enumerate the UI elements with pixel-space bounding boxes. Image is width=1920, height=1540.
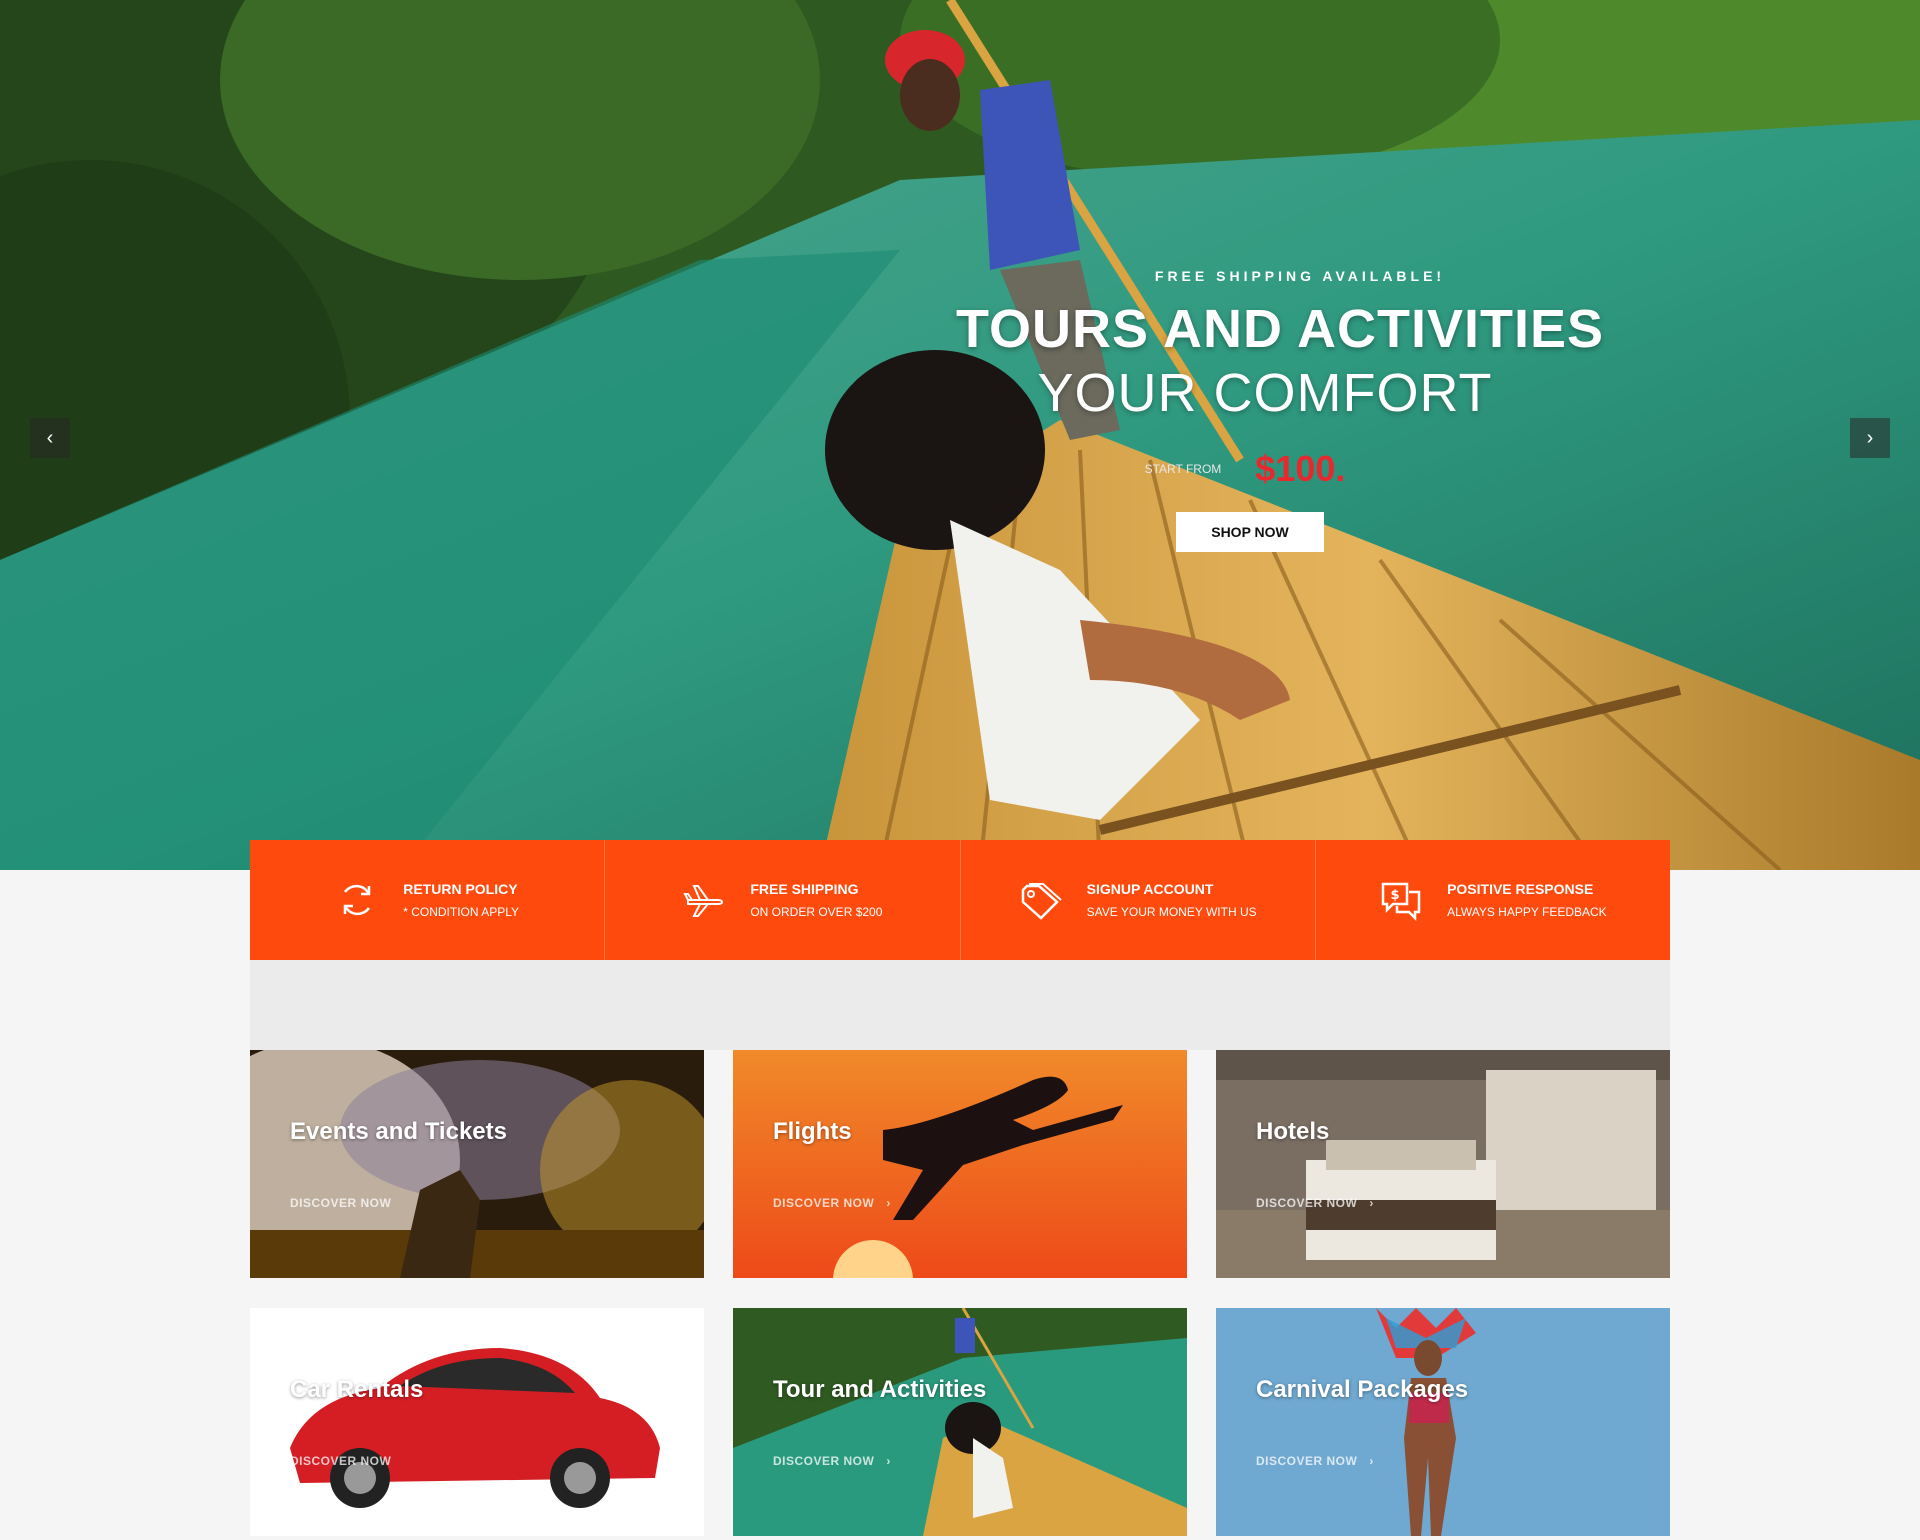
- discover-now-label: DISCOVER NOW: [290, 1196, 392, 1210]
- card-title: Hotels: [1256, 1118, 1330, 1145]
- hotels-image: [1216, 1050, 1670, 1278]
- chevron-right-icon: ›: [886, 1196, 891, 1210]
- feature-title: POSITIVE RESPONSE: [1447, 881, 1594, 897]
- flights-image: [733, 1050, 1187, 1278]
- features-bar: RETURN POLICY * CONDITION APPLY FREE SHI…: [250, 840, 1670, 960]
- card-title: Events and Tickets: [290, 1118, 507, 1145]
- airplane-icon: [683, 885, 724, 917]
- hero-slider: FREE SHIPPING AVAILABLE! TOURS AND ACTIV…: [0, 0, 1920, 870]
- discover-now-label: DISCOVER NOW: [1256, 1454, 1358, 1468]
- hero-title: TOURS AND ACTIVITIES: [955, 299, 1605, 359]
- chevron-right-icon: ›: [1369, 1454, 1374, 1468]
- events-image: [250, 1050, 704, 1278]
- chat-dollar-icon: $: [1381, 882, 1421, 922]
- card-title: Flights: [773, 1118, 852, 1145]
- chevron-left-icon: ‹: [46, 427, 54, 449]
- feature-title: RETURN POLICY: [403, 881, 518, 897]
- svg-text:$: $: [1391, 888, 1400, 903]
- discover-now-link[interactable]: DISCOVER NOW: [290, 1196, 391, 1210]
- feature-return-policy: RETURN POLICY * CONDITION APPLY: [250, 840, 606, 960]
- tours-image: [733, 1308, 1187, 1536]
- card-title: Tour and Activities: [773, 1376, 987, 1403]
- feature-subtitle: ALWAYS HAPPY FEEDBACK: [1447, 905, 1607, 919]
- card-title: Car Rentals: [290, 1376, 424, 1403]
- discover-now-label: DISCOVER NOW: [290, 1454, 392, 1468]
- hero-start-label: START FROM: [1144, 462, 1222, 476]
- content-background: [250, 960, 1670, 1050]
- category-card-hotels[interactable]: Hotels DISCOVER NOW ›: [1216, 1050, 1670, 1278]
- category-card-flights[interactable]: Flights DISCOVER NOW ›: [733, 1050, 1187, 1278]
- chevron-right-icon: ›: [1866, 427, 1874, 449]
- category-card-events[interactable]: Events and Tickets DISCOVER NOW: [250, 1050, 704, 1278]
- discover-now-link[interactable]: DISCOVER NOW ›: [1256, 1454, 1374, 1468]
- car-image: [250, 1308, 704, 1536]
- feature-signup-account: SIGNUP ACCOUNT SAVE YOUR MONEY WITH US: [961, 840, 1316, 960]
- discover-now-label: DISCOVER NOW: [1256, 1196, 1358, 1210]
- discover-now-label: DISCOVER NOW: [773, 1196, 875, 1210]
- shop-now-button[interactable]: SHOP NOW: [1176, 512, 1324, 552]
- price-tag-icon: [1021, 883, 1062, 920]
- chevron-right-icon: ›: [1369, 1196, 1374, 1210]
- category-card-car-rentals[interactable]: Car Rentals DISCOVER NOW: [250, 1308, 704, 1536]
- feature-subtitle: SAVE YOUR MONEY WITH US: [1086, 905, 1257, 919]
- hero-subtitle: YOUR COMFORT: [1037, 363, 1493, 423]
- feature-positive-response: $ POSITIVE RESPONSE ALWAYS HAPPY FEEDBAC…: [1316, 840, 1670, 960]
- feature-title: SIGNUP ACCOUNT: [1086, 881, 1214, 897]
- refresh-icon: [343, 884, 371, 916]
- hero-price: $100.: [1255, 448, 1346, 489]
- carnival-image: [1216, 1308, 1670, 1536]
- hero-price-row: START FROM $100.: [830, 448, 1660, 490]
- feature-free-shipping: FREE SHIPPING ON ORDER OVER $200: [605, 840, 961, 960]
- slider-next-button[interactable]: ›: [1850, 418, 1890, 458]
- category-card-carnival[interactable]: Carnival Packages DISCOVER NOW ›: [1216, 1308, 1670, 1536]
- discover-now-link[interactable]: DISCOVER NOW ›: [773, 1454, 891, 1468]
- hero-eyebrow: FREE SHIPPING AVAILABLE!: [1154, 268, 1446, 284]
- discover-now-link[interactable]: DISCOVER NOW ›: [1256, 1196, 1374, 1210]
- feature-subtitle: ON ORDER OVER $200: [750, 905, 883, 919]
- discover-now-link[interactable]: DISCOVER NOW: [290, 1454, 391, 1468]
- card-title: Carnival Packages: [1256, 1376, 1469, 1403]
- feature-title: FREE SHIPPING: [750, 881, 859, 897]
- feature-subtitle: * CONDITION APPLY: [403, 905, 520, 919]
- category-card-tours[interactable]: Tour and Activities DISCOVER NOW ›: [733, 1308, 1187, 1536]
- hero-caption: FREE SHIPPING AVAILABLE! TOURS AND ACTIV…: [900, 268, 1660, 552]
- chevron-right-icon: ›: [886, 1454, 891, 1468]
- discover-now-link[interactable]: DISCOVER NOW ›: [773, 1196, 891, 1210]
- slider-prev-button[interactable]: ‹: [30, 418, 70, 458]
- discover-now-label: DISCOVER NOW: [773, 1454, 875, 1468]
